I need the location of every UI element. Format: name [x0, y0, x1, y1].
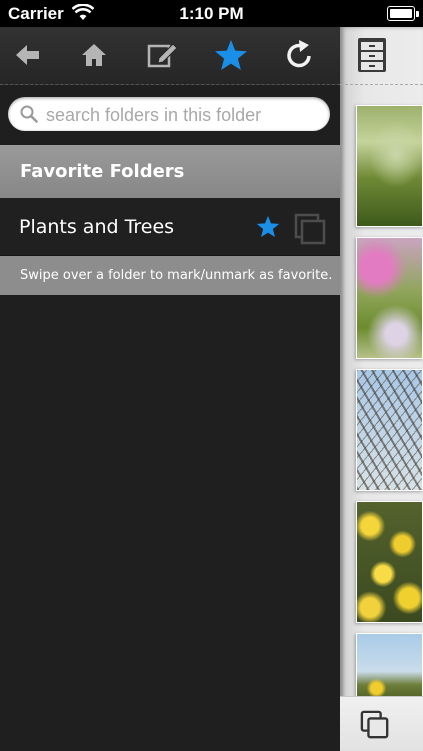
favorite-folders-header: Favorite Folders [0, 145, 340, 198]
photo-thumbnail-sky-flowers[interactable] [356, 633, 423, 703]
copy-icon[interactable] [294, 213, 326, 249]
refresh-button[interactable] [279, 35, 319, 75]
photo-thumbnail-yellow-daisies[interactable] [356, 501, 423, 623]
folder-row[interactable]: Plants and Trees [0, 199, 340, 256]
search-icon [20, 105, 38, 123]
folder-name: Plants and Trees [19, 216, 175, 238]
copy-icon[interactable] [360, 710, 390, 744]
favorite-star-icon[interactable] [256, 215, 280, 242]
file-cabinet-icon[interactable] [357, 37, 387, 77]
photo-thumbnail-pink-flower[interactable] [356, 237, 423, 359]
photo-thumbnail-grass[interactable] [356, 105, 423, 227]
strip-header [340, 27, 423, 85]
edit-icon [147, 43, 178, 68]
refresh-icon [287, 40, 311, 68]
photo-strip [340, 27, 423, 751]
back-arrow-icon [16, 45, 39, 65]
search-input[interactable] [44, 103, 328, 127]
home-icon [82, 44, 106, 66]
back-button[interactable] [8, 35, 48, 75]
search-area [0, 85, 340, 145]
status-bar: Carrier 1:10 PM [0, 0, 423, 27]
favorites-button[interactable] [211, 35, 251, 75]
edit-button[interactable] [143, 35, 183, 75]
photo-thumbnail-tree-branches[interactable] [356, 369, 423, 491]
clock: 1:10 PM [179, 4, 244, 23]
strip-footer [340, 696, 423, 751]
search-box[interactable] [8, 97, 330, 131]
home-button[interactable] [74, 35, 114, 75]
toolbar [0, 27, 340, 85]
folders-panel: Favorite Folders Plants and Trees Swipe … [0, 27, 340, 750]
battery-icon [387, 6, 419, 21]
star-icon [215, 40, 247, 70]
hint-text: Swipe over a folder to mark/unmark as fa… [0, 256, 340, 295]
